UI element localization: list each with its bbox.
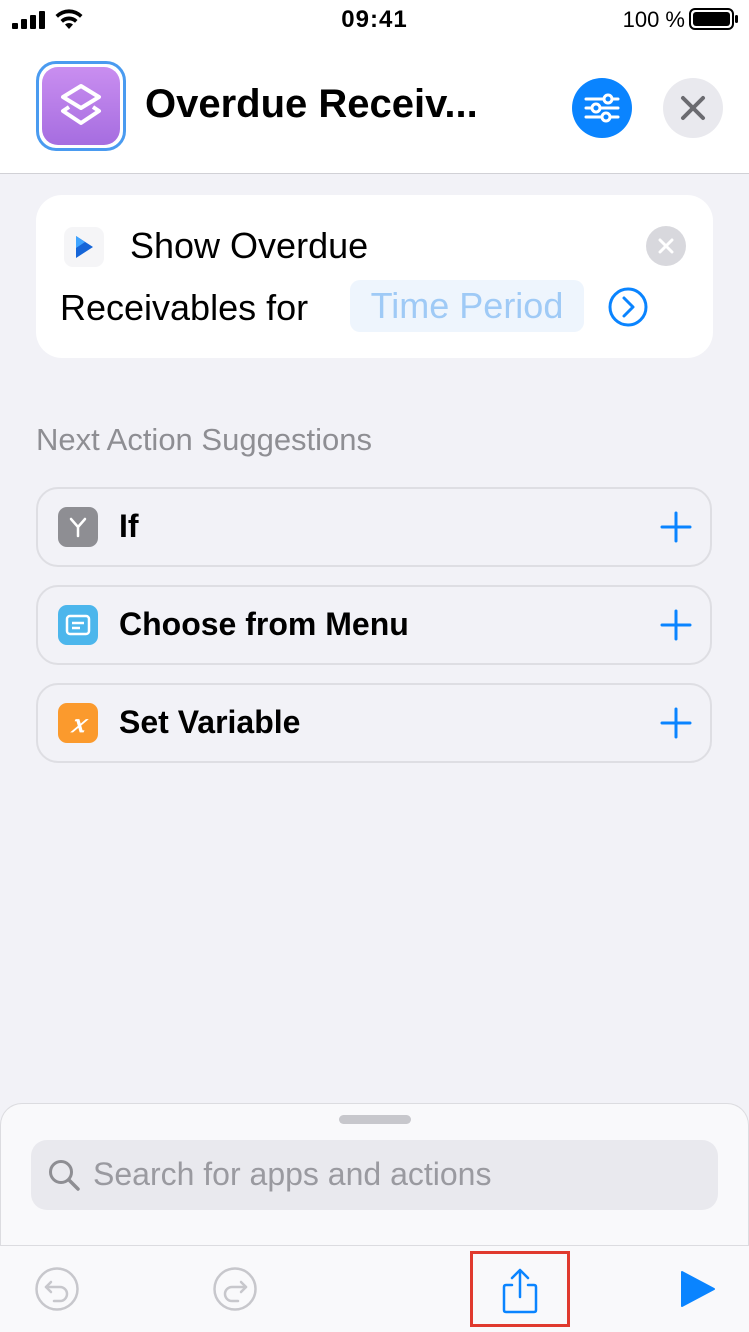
suggestion-label: Choose from Menu xyxy=(119,606,409,642)
battery-icon xyxy=(689,8,738,30)
bottom-toolbar xyxy=(0,1245,749,1332)
share-icon xyxy=(502,1268,538,1314)
sliders-icon xyxy=(584,93,620,123)
close-button[interactable] xyxy=(663,78,723,138)
shortcut-app-icon[interactable] xyxy=(36,61,126,151)
suggestion-label: If xyxy=(119,508,139,544)
time-period-parameter[interactable]: Time Period xyxy=(350,280,584,332)
chevron-right-circle-icon[interactable] xyxy=(608,287,648,327)
share-button[interactable] xyxy=(470,1251,570,1327)
plus-icon[interactable] xyxy=(660,707,692,739)
suggestion-choose-from-menu[interactable]: Choose from Menu xyxy=(36,585,712,665)
variable-icon: 𝑥 xyxy=(58,703,98,743)
action-title-line1: Show Overdue xyxy=(130,225,369,266)
search-input[interactable]: Search for apps and actions xyxy=(31,1140,718,1210)
remove-action-button[interactable] xyxy=(646,226,686,266)
close-icon xyxy=(658,238,674,254)
search-placeholder: Search for apps and actions xyxy=(93,1156,492,1192)
suggestion-set-variable[interactable]: 𝑥 Set Variable xyxy=(36,683,712,763)
action-title-line2: Receivables for xyxy=(60,287,309,328)
run-play-icon[interactable] xyxy=(674,1266,720,1312)
close-icon xyxy=(681,96,705,120)
action-card[interactable]: Show Overdue Receivables for Time Period xyxy=(36,195,713,358)
suggestion-label: Set Variable xyxy=(119,704,301,740)
redo-icon[interactable] xyxy=(212,1266,258,1312)
branch-icon xyxy=(58,507,98,547)
plus-icon[interactable] xyxy=(660,609,692,641)
settings-button[interactable] xyxy=(572,78,632,138)
undo-icon[interactable] xyxy=(34,1266,80,1312)
suggestion-if[interactable]: If xyxy=(36,487,712,567)
suggestions-heading: Next Action Suggestions xyxy=(36,422,373,457)
search-icon xyxy=(49,1160,80,1191)
menu-icon xyxy=(58,605,98,645)
status-bar: 09:41 100 % xyxy=(0,0,749,44)
play-arrow-icon xyxy=(76,236,93,258)
shortcuts-icon xyxy=(42,67,120,145)
plus-icon[interactable] xyxy=(660,511,692,543)
battery-percent: 100 % xyxy=(622,7,685,32)
shortcut-title[interactable]: Overdue Receiv... xyxy=(145,82,478,127)
actions-sheet: Search for apps and actions xyxy=(0,1103,749,1245)
sheet-grabber[interactable] xyxy=(339,1115,411,1124)
editor-header: Overdue Receiv... xyxy=(0,44,749,174)
action-app-icon xyxy=(64,227,104,267)
